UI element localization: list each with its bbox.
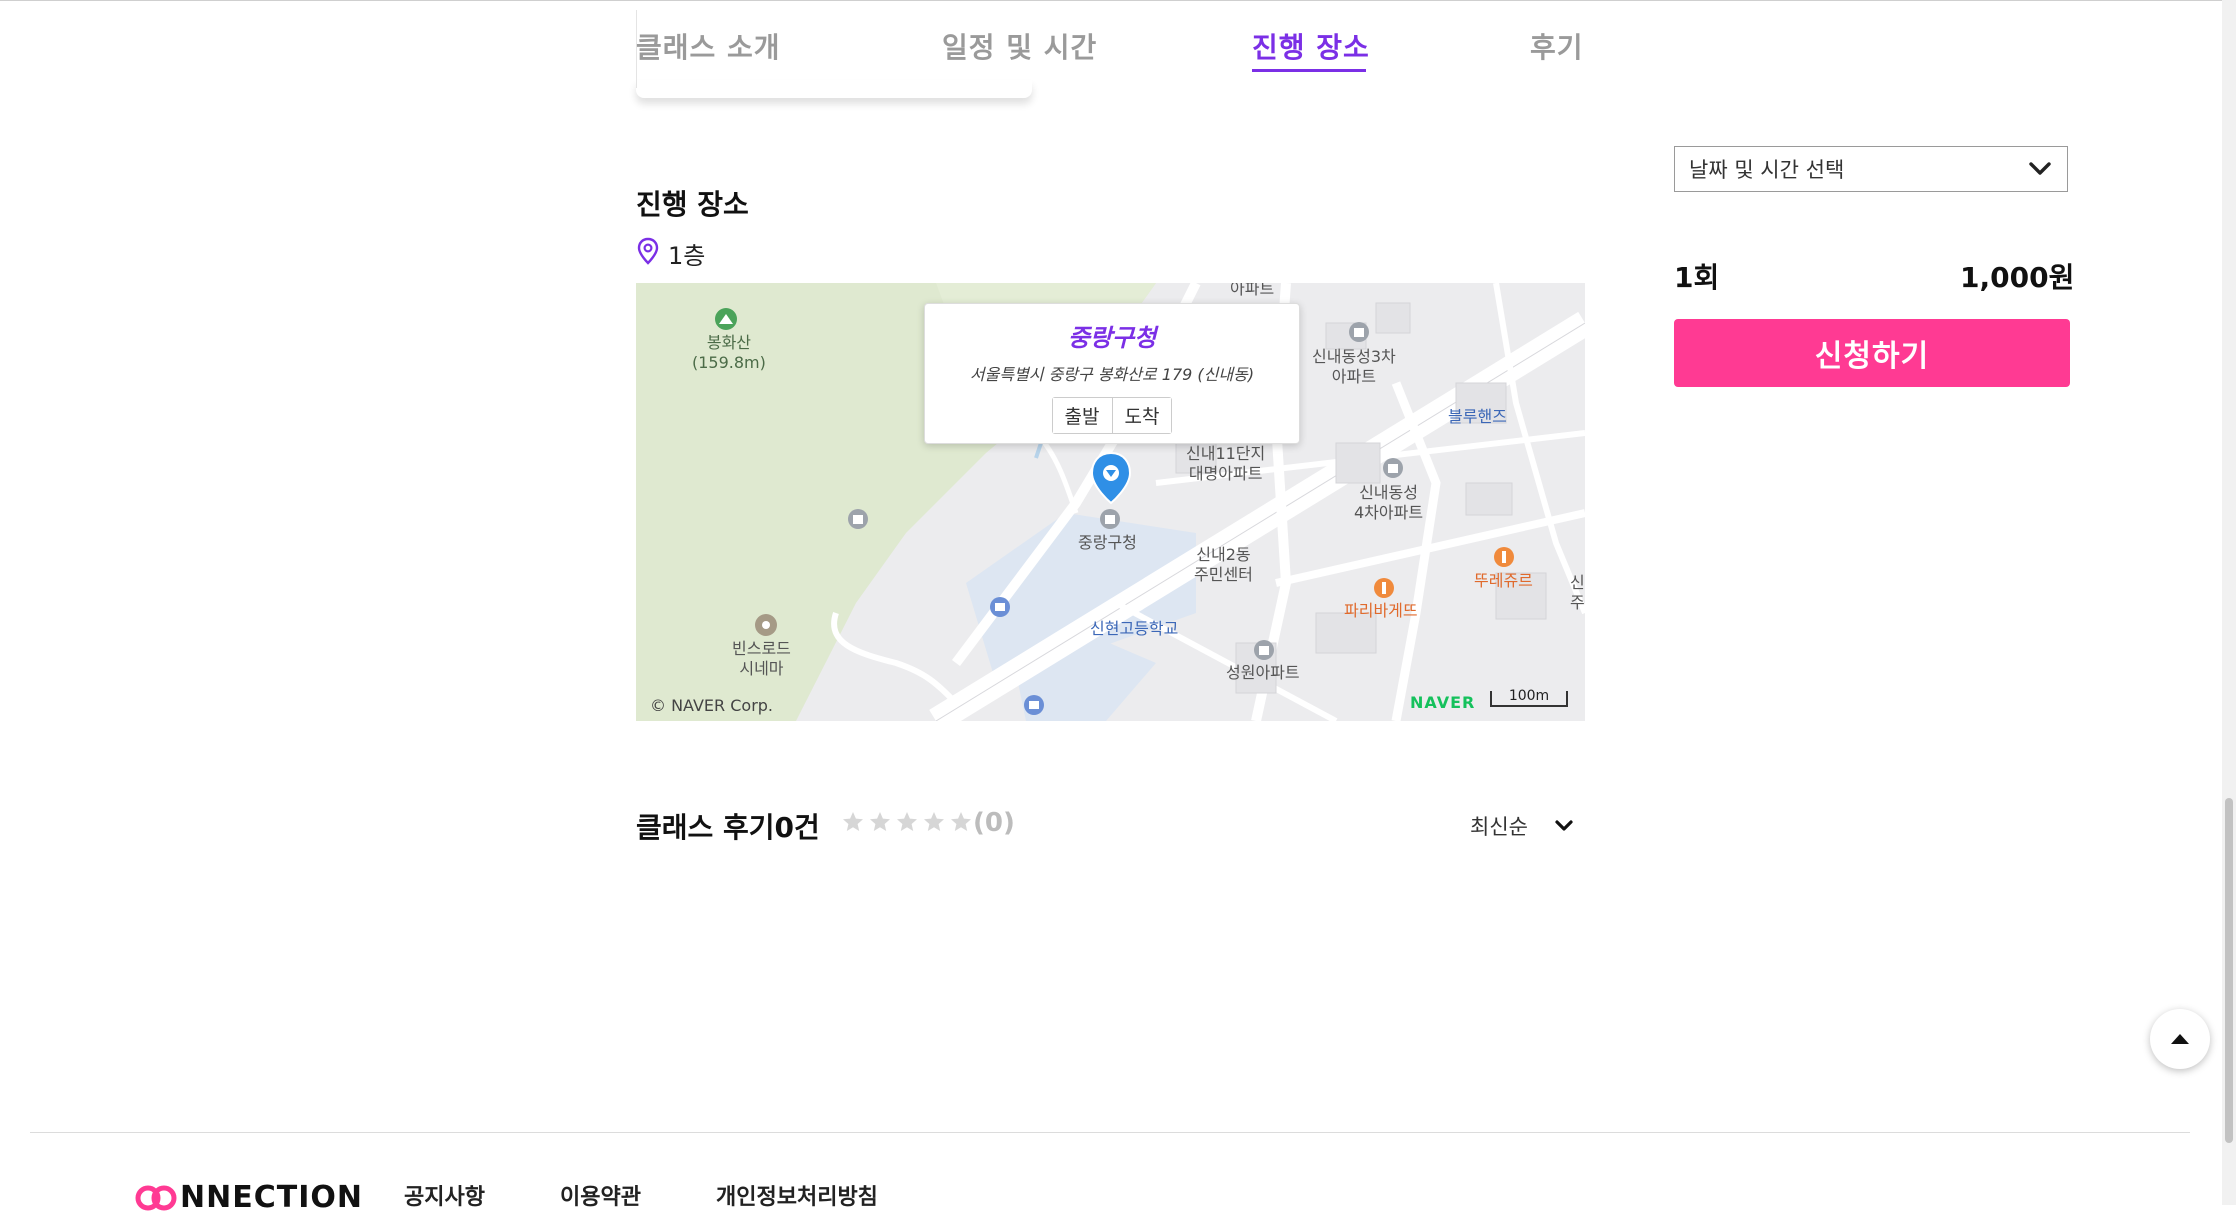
price: 1,000원 bbox=[1960, 261, 2075, 294]
popup-address: 서울특별시 중랑구 봉화산로 179 (신내동) bbox=[969, 365, 1255, 384]
map-label-parisbaguette: 파리바게뜨 bbox=[1344, 601, 1418, 620]
map-scale-bar: 100m bbox=[1490, 689, 1568, 707]
footer-divider bbox=[30, 1132, 2190, 1133]
footer-link-privacy[interactable]: 개인정보처리방침 bbox=[716, 1179, 878, 1211]
page-scrollbar-thumb[interactable] bbox=[2225, 798, 2233, 1143]
popup-route-buttons: 출발 도착 bbox=[1051, 397, 1173, 434]
date-time-select[interactable]: 날짜 및 시간 선택 bbox=[1674, 146, 2068, 192]
map-label-apartment-top: 아파트 bbox=[1230, 283, 1275, 298]
footer-link-terms[interactable]: 이용약관 bbox=[560, 1179, 641, 1211]
tab-location[interactable]: 진행 장소 bbox=[1252, 26, 1370, 66]
map-label-community-center: 신내2동 주민센터 bbox=[1194, 545, 1253, 584]
footer-link-notice[interactable]: 공지사항 bbox=[404, 1179, 485, 1211]
map-label-sinhyeon-school: 신현고등학교 bbox=[1090, 619, 1179, 638]
map-label-edge: 신 주 bbox=[1570, 573, 1585, 612]
date-time-select-label: 날짜 및 시간 선택 bbox=[1689, 158, 1845, 182]
map-label-jungnang: 중랑구청 bbox=[1078, 533, 1137, 552]
location-pin-icon bbox=[636, 237, 660, 271]
session-count: 1회 bbox=[1674, 261, 1720, 294]
map-label-seongwon: 성원아파트 bbox=[1226, 663, 1300, 682]
map-label-touslesjours: 뚜레쥬르 bbox=[1474, 571, 1533, 590]
chevron-down-icon bbox=[1555, 820, 1573, 831]
location-floor-text: 1층 bbox=[668, 242, 706, 270]
popup-title: 중랑구청 bbox=[1067, 324, 1157, 352]
footer-logo[interactable]: NNECTION bbox=[134, 1180, 363, 1215]
tab-schedule[interactable]: 일정 및 시간 bbox=[942, 26, 1097, 66]
naver-logo: NAVER bbox=[1410, 693, 1476, 712]
review-sort-dropdown[interactable]: 최신순 bbox=[1470, 811, 1574, 841]
star-icon bbox=[951, 812, 971, 831]
scroll-to-top-button[interactable] bbox=[2150, 1009, 2210, 1069]
map-label-bonghwasan: 봉화산 (159.8m) bbox=[692, 333, 766, 372]
caret-up-icon bbox=[2171, 1034, 2189, 1044]
star-icon bbox=[897, 812, 917, 831]
footer-logo-text: NNECTION bbox=[180, 1180, 363, 1215]
apply-button[interactable]: 신청하기 bbox=[1674, 319, 2070, 387]
star-icon bbox=[843, 812, 863, 831]
map-copyright: © NAVER Corp. bbox=[650, 696, 774, 715]
reviews-title: 클래스 후기0건 bbox=[636, 811, 820, 844]
map-label-bluehands: 블루핸즈 bbox=[1448, 407, 1507, 426]
tab-class-intro[interactable]: 클래스 소개 bbox=[636, 26, 781, 66]
star-icon bbox=[924, 812, 944, 831]
arrive-button[interactable]: 도착 bbox=[1111, 398, 1172, 433]
map-label-binsroad-cinema: 빈스로드 시네마 bbox=[732, 639, 791, 678]
connection-logo-icon bbox=[135, 1185, 177, 1210]
star-icon bbox=[870, 812, 890, 831]
review-stars bbox=[841, 810, 973, 834]
tab-bar-shadow bbox=[636, 80, 1032, 98]
active-tab-indicator bbox=[1252, 69, 1366, 72]
chevron-down-icon bbox=[2029, 162, 2051, 175]
tab-reviews[interactable]: 후기 bbox=[1530, 26, 1584, 66]
map-label-sinnae11: 신내11단지 대명아파트 bbox=[1186, 444, 1266, 483]
location-floor-row: 1층 bbox=[636, 236, 705, 271]
map-label-sinnae3: 신내동성3차 아파트 bbox=[1312, 347, 1396, 386]
depart-button[interactable]: 출발 bbox=[1052, 398, 1112, 433]
location-section-title: 진행 장소 bbox=[636, 188, 749, 221]
location-map[interactable]: 아파트 봉화산 (159.8m) 신내동성3차 아파트 블루핸즈 신내11단지 … bbox=[636, 283, 1585, 721]
map-info-popup: 중랑구청 서울특별시 중랑구 봉화산로 179 (신내동) 출발 도착 bbox=[924, 303, 1300, 444]
review-rating-count: (0) bbox=[973, 808, 1015, 838]
review-sort-label: 최신순 bbox=[1470, 815, 1528, 839]
top-border bbox=[0, 0, 2222, 1]
map-label-sinnae4: 신내동성 4차아파트 bbox=[1354, 483, 1424, 522]
